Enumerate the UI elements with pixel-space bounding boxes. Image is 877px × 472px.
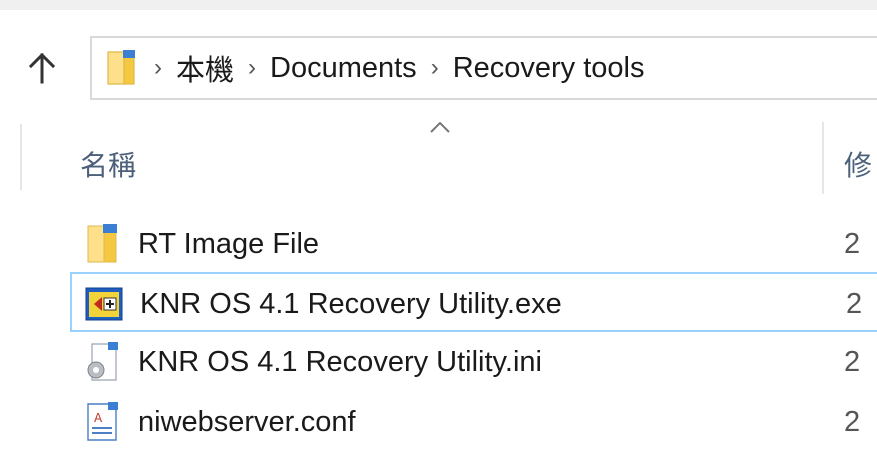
file-date-modified: 2 bbox=[844, 346, 861, 378]
column-resize-handle[interactable] bbox=[822, 122, 824, 194]
column-header-date-modified[interactable]: 修 bbox=[844, 144, 872, 184]
list-item[interactable]: KNR OS 4.1 Recovery Utility.ini 2 bbox=[70, 332, 877, 392]
config-settings-icon bbox=[87, 342, 118, 381]
address-bar[interactable]: › 本機 › Documents › Recovery tools bbox=[90, 36, 877, 100]
column-header-row: 名稱 修 bbox=[0, 118, 877, 198]
breadcrumb-documents[interactable]: Documents bbox=[270, 52, 417, 85]
file-name: niwebserver.conf bbox=[138, 406, 356, 438]
file-date-modified: 2 bbox=[844, 406, 861, 438]
breadcrumb-separator-icon: › bbox=[154, 54, 162, 81]
list-item[interactable]: RT Image File 2 bbox=[70, 214, 877, 274]
file-name: KNR OS 4.1 Recovery Utility.exe bbox=[140, 288, 562, 320]
list-item[interactable]: A niwebserver.conf 2 bbox=[70, 392, 877, 452]
breadcrumb-recovery-tools[interactable]: Recovery tools bbox=[453, 52, 645, 85]
header-divider bbox=[20, 124, 22, 190]
file-date-modified: 2 bbox=[846, 288, 863, 320]
folder-icon bbox=[87, 224, 117, 263]
up-one-level-button[interactable] bbox=[20, 40, 64, 96]
folder-icon bbox=[106, 48, 140, 88]
file-explorer-window: › 本機 › Documents › Recovery tools 名稱 修 R… bbox=[0, 0, 877, 472]
column-header-name[interactable]: 名稱 bbox=[80, 144, 136, 184]
svg-text:A: A bbox=[94, 411, 103, 425]
breadcrumb-separator-icon: › bbox=[248, 54, 257, 81]
file-name: KNR OS 4.1 Recovery Utility.ini bbox=[138, 346, 542, 378]
labview-exe-icon bbox=[85, 287, 123, 321]
ribbon-edge bbox=[0, 0, 877, 10]
arrow-up-icon bbox=[28, 52, 56, 84]
breadcrumb-separator-icon: › bbox=[430, 54, 439, 81]
list-item[interactable]: KNR OS 4.1 Recovery Utility.exe 2 bbox=[70, 272, 877, 332]
file-date-modified: 2 bbox=[844, 228, 861, 260]
breadcrumb-this-pc[interactable]: 本機 bbox=[176, 47, 234, 89]
file-name: RT Image File bbox=[138, 228, 320, 260]
sort-ascending-icon bbox=[430, 121, 450, 133]
navigation-bar: › 本機 › Documents › Recovery tools bbox=[0, 28, 877, 108]
text-document-icon: A bbox=[87, 402, 118, 441]
